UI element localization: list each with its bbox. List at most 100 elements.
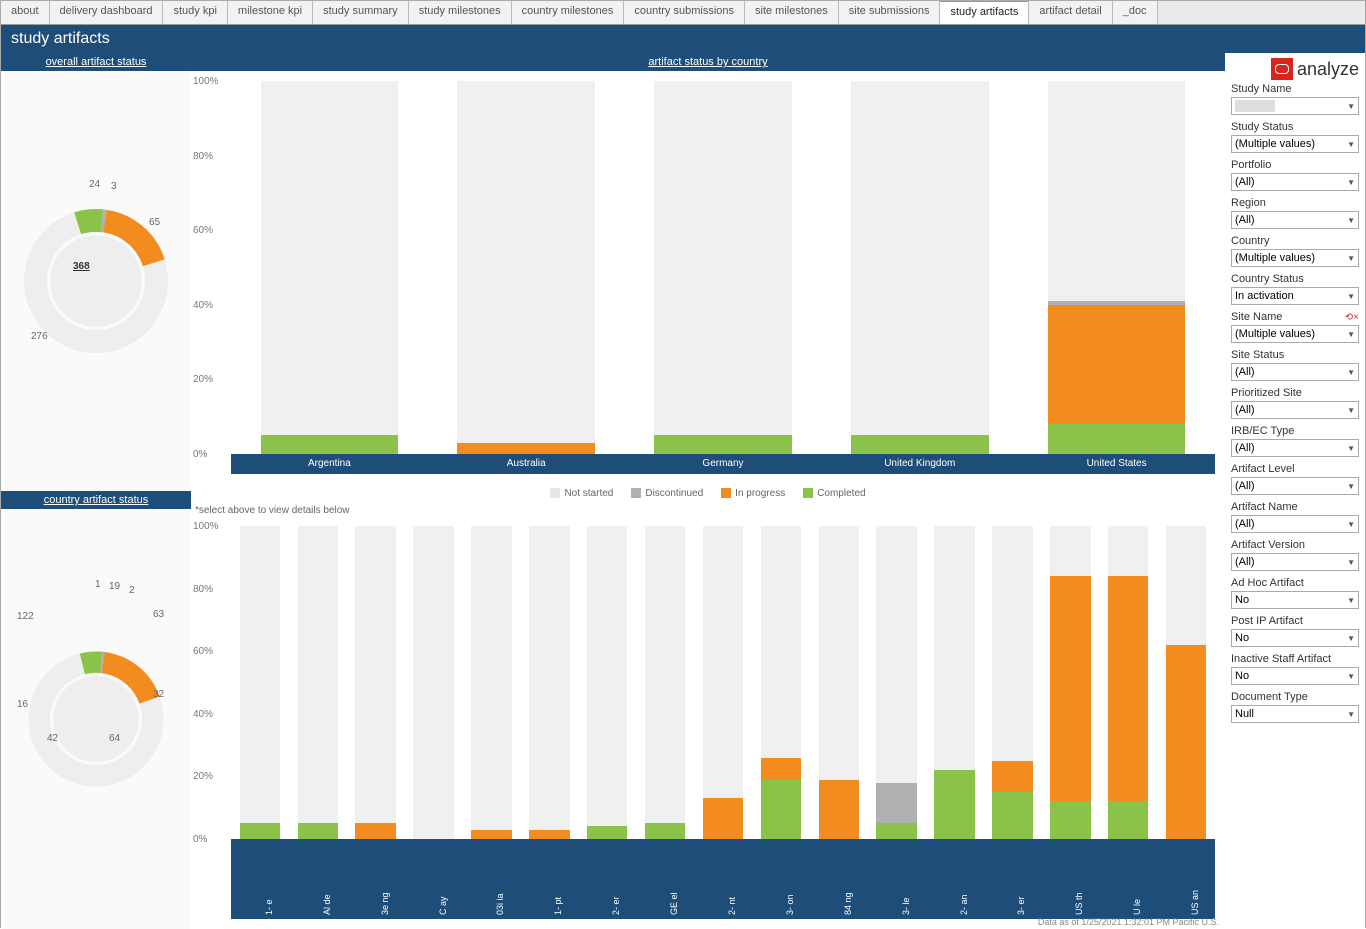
bar-segment[interactable] — [645, 823, 686, 839]
bar-segment[interactable] — [761, 780, 802, 839]
y-tick: 40% — [193, 300, 213, 311]
filter-select[interactable]: (All)▼ — [1231, 439, 1359, 457]
filter-select[interactable]: (All)▼ — [1231, 477, 1359, 495]
country-bar-chart[interactable]: 0%20%40%60%80%100%ArgentinaAustraliaGerm… — [191, 71, 1225, 484]
category-label: United Kingdom — [821, 458, 1018, 469]
filter-label: Post IP Artifact — [1231, 615, 1359, 627]
category-label: 1- pt — [553, 835, 563, 915]
tab-study-milestones[interactable]: study milestones — [409, 1, 512, 24]
country-status-header[interactable]: country artifact status — [1, 491, 191, 509]
bar-segment[interactable] — [654, 435, 792, 454]
filter-select[interactable]: ▼ — [1231, 97, 1359, 115]
bar-segment[interactable] — [240, 823, 281, 839]
chevron-down-icon: ▼ — [1347, 634, 1355, 643]
overall-donut-chart[interactable]: 368 276 24 3 65 — [1, 71, 191, 491]
filter-study-status: Study Status(Multiple values)▼ — [1231, 121, 1359, 153]
filter-country-status: Country Status In activation▼ — [1231, 273, 1359, 305]
overall-status-header[interactable]: overall artifact status — [1, 53, 191, 71]
country-donut-svg — [21, 644, 171, 794]
bar-segment[interactable] — [1048, 424, 1186, 454]
filter-select[interactable]: (All)▼ — [1231, 173, 1359, 191]
country-donut-chart[interactable]: 122 1 19 2 63 32 64 42 16 — [1, 509, 191, 929]
filter-label: Portfolio — [1231, 159, 1359, 171]
tab-_doc[interactable]: _doc — [1113, 1, 1158, 24]
filter-label: Artifact Version — [1231, 539, 1359, 551]
filter-select[interactable]: (All)▼ — [1231, 553, 1359, 571]
tab-country-submissions[interactable]: country submissions — [624, 1, 745, 24]
filter-select[interactable]: Null▼ — [1231, 705, 1359, 723]
tab-artifact-detail[interactable]: artifact detail — [1029, 1, 1112, 24]
filter-select[interactable]: (All)▼ — [1231, 401, 1359, 419]
filter-select[interactable]: (All)▼ — [1231, 211, 1359, 229]
bar-segment[interactable] — [529, 830, 570, 839]
filter-label: Country — [1231, 235, 1359, 247]
tab-country-milestones[interactable]: country milestones — [512, 1, 625, 24]
filter-select[interactable]: In activation▼ — [1231, 287, 1359, 305]
bar-segment[interactable] — [1108, 576, 1149, 801]
tab-about[interactable]: about — [1, 1, 50, 24]
bar-segment[interactable] — [761, 758, 802, 780]
bar-segment[interactable] — [992, 792, 1033, 839]
detail-hint: *select above to view details below — [191, 503, 1225, 516]
data-timestamp: Data as of 1/25/2021 1:32:01 PM Pacific … — [1038, 917, 1219, 927]
bar-segment[interactable] — [1050, 801, 1091, 839]
filter-select[interactable]: (Multiple values)▼ — [1231, 135, 1359, 153]
filter-irb-ec-type: IRB/EC Type(All)▼ — [1231, 425, 1359, 457]
y-tick: 60% — [193, 225, 213, 236]
filter-select[interactable]: (Multiple values)▼ — [1231, 325, 1359, 343]
filter-select[interactable]: (Multiple values)▼ — [1231, 249, 1359, 267]
y-tick: 100% — [193, 76, 219, 87]
category-label: Argentina — [231, 458, 428, 469]
bar-segment[interactable] — [1050, 576, 1091, 801]
filter-select[interactable]: No▼ — [1231, 667, 1359, 685]
chevron-down-icon: ▼ — [1347, 178, 1355, 187]
bar-segment[interactable] — [457, 443, 595, 454]
filter-label: Artifact Name — [1231, 501, 1359, 513]
y-tick: 0% — [193, 449, 207, 460]
status-by-country-header[interactable]: artifact status by country — [191, 53, 1225, 71]
filter-label: Inactive Staff Artifact — [1231, 653, 1359, 665]
bar-segment[interactable] — [587, 826, 628, 839]
bar-segment[interactable] — [471, 830, 512, 839]
bar-segment[interactable] — [1048, 305, 1186, 424]
filter-select[interactable]: (All)▼ — [1231, 515, 1359, 533]
tab-site-milestones[interactable]: site milestones — [745, 1, 839, 24]
filter-label: Document Type — [1231, 691, 1359, 703]
bar-segment[interactable] — [819, 780, 860, 839]
filter-label: Site Name⟲× — [1231, 311, 1359, 323]
chevron-down-icon: ▼ — [1347, 444, 1355, 453]
tab-delivery-dashboard[interactable]: delivery dashboard — [50, 1, 164, 24]
bar-segment[interactable] — [1048, 301, 1186, 305]
bar-segment[interactable] — [934, 770, 975, 839]
tab-study-artifacts[interactable]: study artifacts — [940, 1, 1029, 24]
bar-segment[interactable] — [876, 783, 917, 824]
category-label: United States — [1018, 458, 1215, 469]
filter-label: Study Name — [1231, 83, 1359, 95]
filter-label: Country Status — [1231, 273, 1359, 285]
y-tick: 20% — [193, 771, 213, 782]
category-label: U le — [1132, 835, 1142, 915]
category-label: 03i ia — [495, 835, 505, 915]
clear-filter-icon[interactable]: ⟲× — [1345, 312, 1359, 323]
chevron-down-icon: ▼ — [1347, 102, 1355, 111]
filter-study-name: Study Name ▼ — [1231, 83, 1359, 115]
bar-segment[interactable] — [261, 435, 399, 454]
filter-select[interactable]: No▼ — [1231, 629, 1359, 647]
bar-segment[interactable] — [992, 761, 1033, 792]
tab-site-submissions[interactable]: site submissions — [839, 1, 941, 24]
filter-select[interactable]: (All)▼ — [1231, 363, 1359, 381]
tab-study-summary[interactable]: study summary — [313, 1, 409, 24]
filter-region: Region(All)▼ — [1231, 197, 1359, 229]
bar-segment[interactable] — [1108, 801, 1149, 839]
detail-bar-chart[interactable]: 0%20%40%60%80%100%1- eAl de3e ngC ay03i … — [191, 516, 1225, 929]
bar-segment[interactable] — [703, 798, 744, 839]
bar-segment[interactable] — [298, 823, 339, 839]
left-panel: overall artifact status 368 276 24 3 65 … — [1, 53, 191, 929]
chevron-down-icon: ▼ — [1347, 330, 1355, 339]
bar-segment[interactable] — [1166, 645, 1207, 839]
tab-milestone-kpi[interactable]: milestone kpi — [228, 1, 313, 24]
tab-study-kpi[interactable]: study kpi — [163, 1, 227, 24]
filter-select[interactable]: No▼ — [1231, 591, 1359, 609]
bar-segment[interactable] — [851, 435, 989, 454]
category-label: US an — [1190, 835, 1200, 915]
